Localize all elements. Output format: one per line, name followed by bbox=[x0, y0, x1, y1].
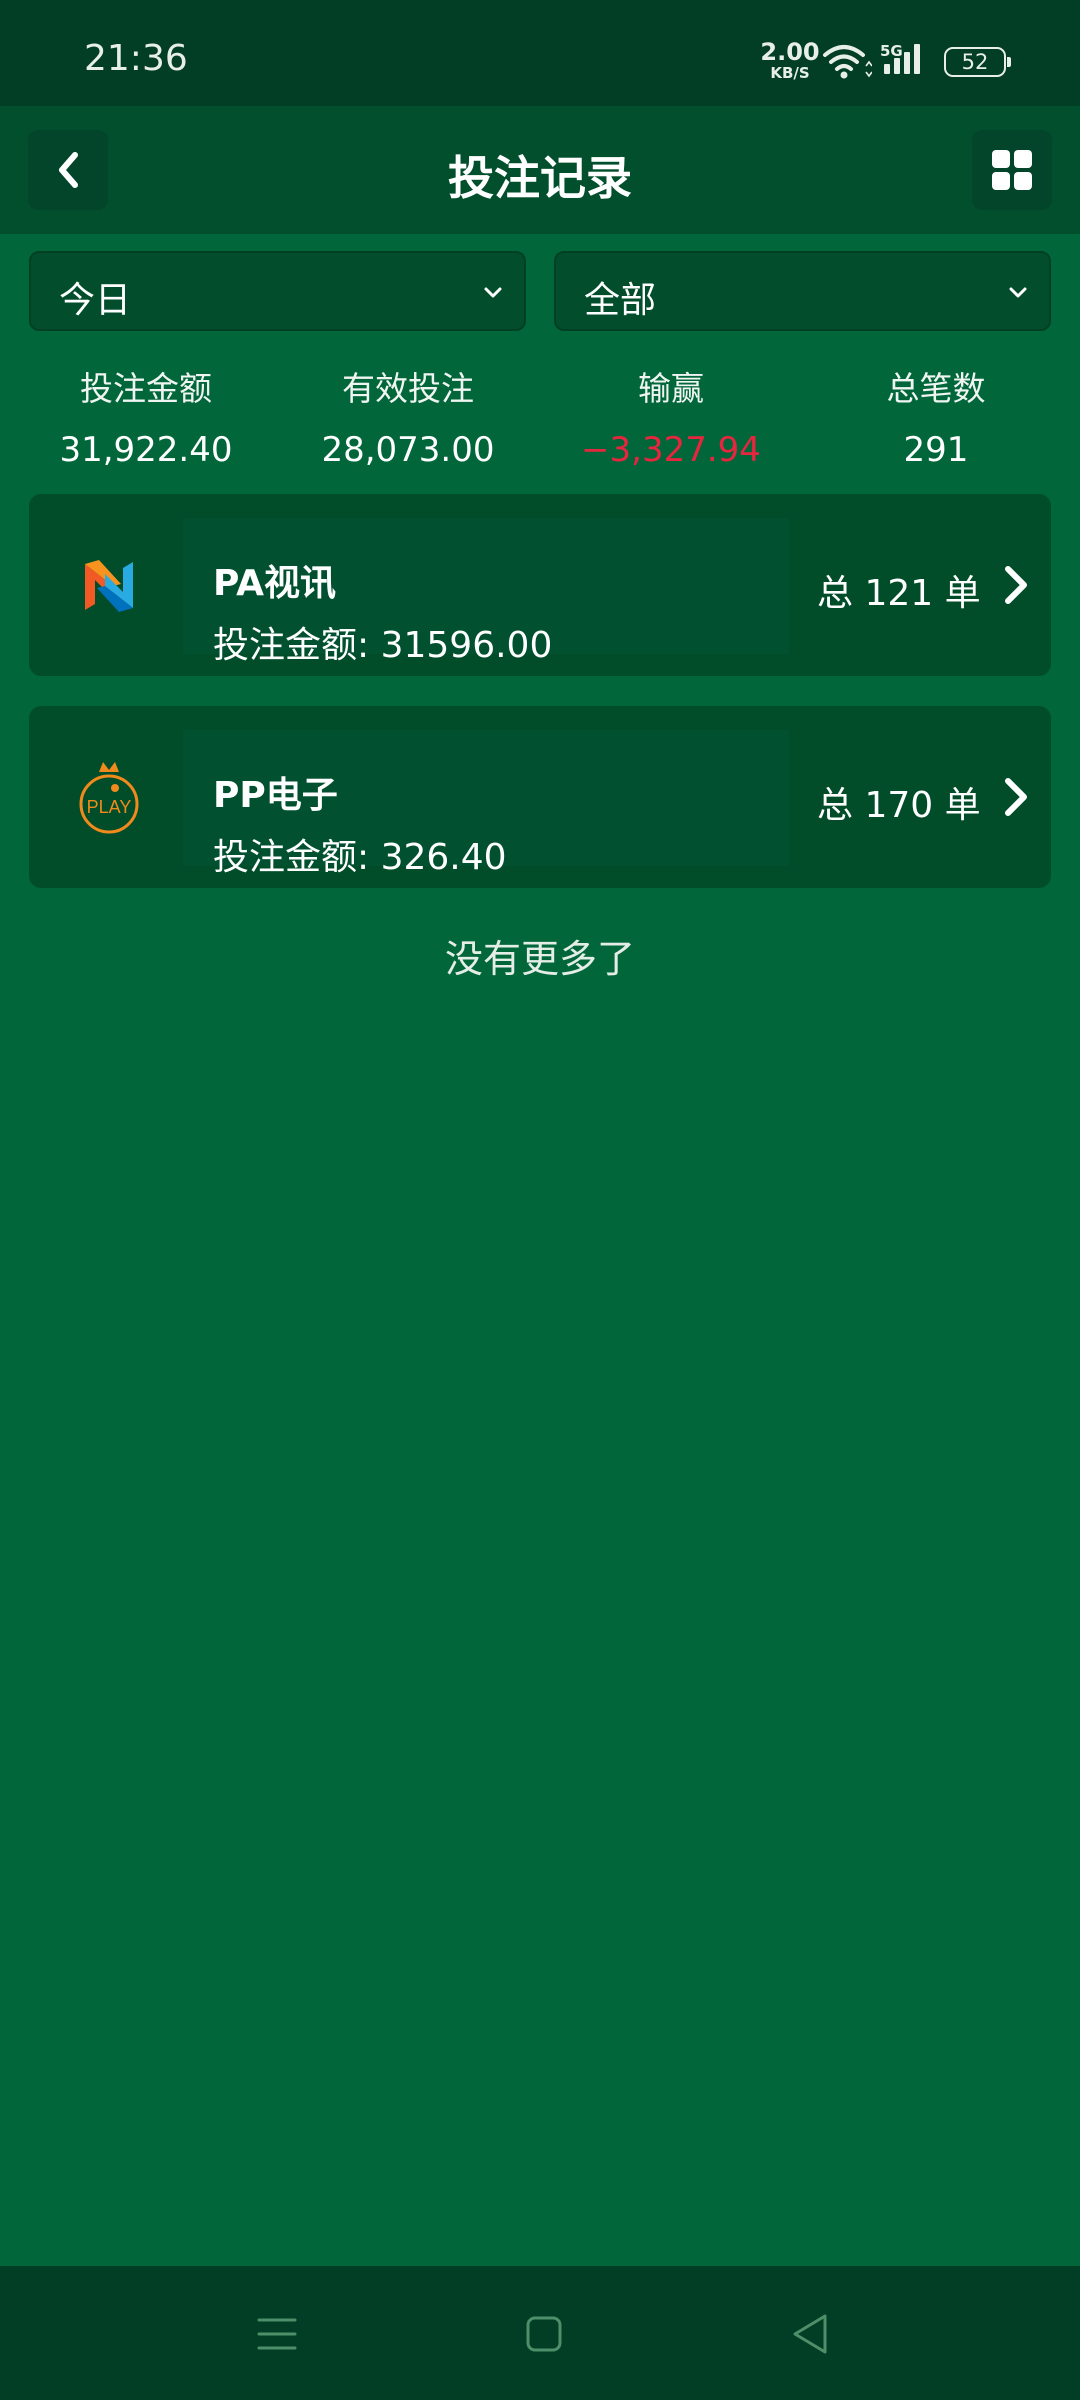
cellular-signal-icon: 5G bbox=[880, 42, 930, 78]
menu-icon[interactable] bbox=[247, 2304, 307, 2364]
page-title: 投注记录 bbox=[448, 151, 632, 205]
wifi-icon bbox=[823, 45, 872, 79]
record-card-pa[interactable]: PA视讯 投注金额: 31596.00 总 121 单 bbox=[29, 494, 1051, 676]
summary-total-count: 总笔数 291 bbox=[805, 362, 1067, 470]
record-card-pp[interactable]: PLAY PP电子 投注金额: 326.40 总 170 单 bbox=[29, 706, 1051, 888]
pp-logo-text: PLAY bbox=[87, 797, 132, 817]
battery-icon: 52 bbox=[944, 47, 1011, 77]
chevron-right-icon bbox=[1005, 566, 1027, 604]
back-nav-icon[interactable] bbox=[781, 2304, 841, 2364]
summary-value: −3,327.94 bbox=[581, 430, 761, 470]
summary-bet-amount: 投注金额 31,922.40 bbox=[15, 362, 277, 470]
home-icon[interactable] bbox=[514, 2304, 574, 2364]
record-info: PP电子 投注金额: 326.40 bbox=[183, 730, 789, 878]
network-speed: 2.00 KB/S bbox=[760, 40, 820, 81]
type-filter-dropdown[interactable]: 全部 bbox=[554, 251, 1051, 331]
game-name: PP电子 bbox=[213, 775, 338, 816]
chevron-down-icon bbox=[484, 287, 502, 298]
status-time: 21:36 bbox=[84, 38, 188, 79]
grid-menu-button[interactable] bbox=[972, 130, 1052, 210]
order-count: 总 121 单 bbox=[817, 573, 981, 614]
date-filter-dropdown[interactable]: 今日 bbox=[29, 251, 526, 331]
pp-play-logo-icon: PLAY bbox=[79, 762, 139, 834]
game-name: PA视讯 bbox=[213, 563, 336, 604]
summary-label: 总笔数 bbox=[886, 369, 986, 408]
order-count: 总 170 单 bbox=[817, 785, 981, 826]
type-filter-value: 全部 bbox=[584, 280, 657, 321]
summary-label: 输赢 bbox=[638, 369, 704, 408]
bet-summary: 投注金额 31,922.40 有效投注 28,073.00 输赢 −3,327.… bbox=[0, 362, 1080, 472]
summary-value: 28,073.00 bbox=[321, 430, 495, 470]
summary-win-loss: 输赢 −3,327.94 bbox=[540, 362, 802, 470]
status-bar: 21:36 2.00 KB/S 5G 52 bbox=[0, 0, 1080, 106]
network-speed-value: 2.00 bbox=[760, 38, 820, 66]
grid-icon bbox=[992, 150, 1032, 190]
date-filter-value: 今日 bbox=[59, 280, 132, 321]
network-speed-unit: KB/S bbox=[770, 64, 810, 82]
no-more-text: 没有更多了 bbox=[444, 937, 635, 981]
system-nav-bar bbox=[0, 2266, 1080, 2400]
app-header: 投注记录 bbox=[0, 106, 1080, 234]
summary-label: 有效投注 bbox=[342, 369, 474, 408]
chevron-down-icon bbox=[1009, 287, 1027, 298]
summary-value: 31,922.40 bbox=[59, 430, 233, 470]
pa-logo-icon bbox=[85, 560, 133, 612]
bet-amount: 投注金额: 326.40 bbox=[213, 837, 507, 878]
bet-amount: 投注金额: 31596.00 bbox=[213, 625, 553, 666]
record-info: PA视讯 投注金额: 31596.00 bbox=[183, 518, 789, 666]
summary-value: 291 bbox=[903, 430, 969, 470]
summary-label: 投注金额 bbox=[80, 369, 212, 408]
summary-valid-bet: 有效投注 28,073.00 bbox=[277, 362, 539, 470]
chevron-right-icon bbox=[1005, 778, 1027, 816]
